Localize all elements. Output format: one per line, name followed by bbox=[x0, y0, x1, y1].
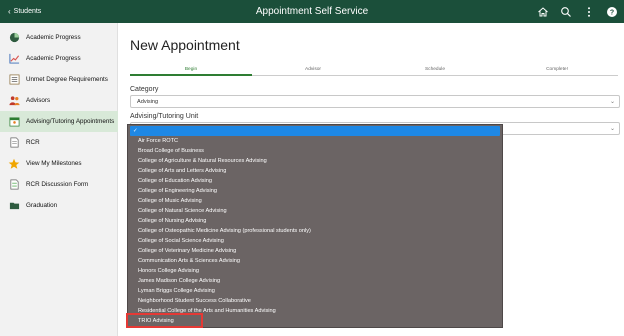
dropdown-option[interactable]: College of Agriculture & Natural Resourc… bbox=[128, 156, 502, 166]
form-icon bbox=[8, 179, 20, 191]
dropdown-option[interactable]: College of Engineering Advising bbox=[128, 186, 502, 196]
dropdown-option[interactable]: College of Nursing Advising bbox=[128, 216, 502, 226]
chevron-down-icon: ⌄ bbox=[609, 99, 615, 105]
sidebar-item-label: Unmet Degree Requirements bbox=[26, 76, 108, 83]
sidebar-item-unmet-degree-requirements[interactable]: Unmet Degree Requirements bbox=[0, 69, 118, 90]
step-schedule: Schedule bbox=[424, 67, 445, 72]
sidebar-item-academic-progress-2[interactable]: Academic Progress bbox=[0, 48, 118, 69]
sidebar-item-view-my-milestones[interactable]: View My Milestones bbox=[0, 153, 118, 174]
search-icon[interactable] bbox=[560, 6, 572, 18]
sidebar-item-label: RCR bbox=[26, 139, 40, 146]
dropdown-option[interactable]: Lyman Briggs College Advising bbox=[128, 286, 502, 296]
category-select[interactable]: Advising ⌄ bbox=[130, 95, 620, 108]
calendar-person-icon bbox=[8, 116, 20, 128]
sidebar: Academic Progress Academic Progress Unme… bbox=[0, 23, 118, 336]
dropdown-option[interactable]: College of Osteopathic Medicine Advising… bbox=[128, 226, 502, 236]
progress-fill bbox=[130, 74, 252, 76]
sidebar-item-label: RCR Discussion Form bbox=[26, 181, 89, 188]
document-icon bbox=[8, 137, 20, 149]
dropdown-option[interactable]: College of Social Science Advising bbox=[128, 236, 502, 246]
back-label: Students bbox=[13, 8, 42, 15]
chevron-left-icon: ‹ bbox=[8, 6, 11, 16]
dropdown-option[interactable]: College of Veterinary Medicine Advising bbox=[128, 246, 502, 256]
category-value: Advising bbox=[137, 98, 159, 105]
folder-icon bbox=[8, 200, 20, 212]
dropdown-option[interactable]: Neighborhood Student Success Collaborati… bbox=[128, 296, 502, 306]
sidebar-item-rcr[interactable]: RCR bbox=[0, 132, 118, 153]
pie-chart-icon bbox=[8, 32, 20, 44]
svg-text:?: ? bbox=[610, 9, 614, 16]
list-icon bbox=[8, 74, 20, 86]
dropdown-option[interactable]: Communication Arts & Sciences Advising bbox=[128, 256, 502, 266]
dropdown-option[interactable]: College of Natural Science Advising bbox=[128, 206, 502, 216]
sidebar-item-label: Advisors bbox=[26, 97, 51, 104]
sidebar-item-advisors[interactable]: Advisors bbox=[0, 90, 118, 111]
sidebar-item-label: Academic Progress bbox=[26, 34, 81, 41]
sidebar-item-label: Graduation bbox=[26, 202, 58, 209]
sidebar-item-label: Advising/Tutoring Appointments bbox=[26, 118, 115, 125]
sidebar-item-label: View My Milestones bbox=[26, 160, 82, 167]
star-icon bbox=[8, 158, 20, 170]
dropdown-option[interactable]: James Madison College Advising bbox=[128, 276, 502, 286]
sidebar-item-academic-progress[interactable]: Academic Progress bbox=[0, 27, 118, 48]
people-icon bbox=[8, 95, 20, 107]
top-bar: ‹ Students Appointment Self Service ? bbox=[0, 0, 624, 23]
step-advisor: Advisor bbox=[305, 67, 321, 72]
dropdown-option[interactable]: College of Education Advising bbox=[128, 176, 502, 186]
unit-dropdown-list[interactable]: ✓ Air Force ROTC Broad College of Busine… bbox=[127, 124, 503, 328]
step-begin: Begin bbox=[184, 67, 198, 72]
back-to-students-link[interactable]: ‹ Students bbox=[8, 0, 41, 23]
dropdown-option[interactable]: Air Force ROTC bbox=[128, 136, 502, 146]
step-complete: Complete! bbox=[546, 67, 568, 72]
dropdown-option-blank[interactable]: ✓ bbox=[130, 126, 500, 136]
dropdown-option[interactable]: Broad College of Business bbox=[128, 146, 502, 156]
sidebar-item-graduation[interactable]: Graduation bbox=[0, 195, 118, 216]
category-label: Category bbox=[130, 86, 159, 93]
sidebar-item-rcr-discussion-form[interactable]: RCR Discussion Form bbox=[0, 174, 118, 195]
more-vertical-icon[interactable] bbox=[583, 6, 595, 18]
line-chart-icon bbox=[8, 53, 20, 65]
sidebar-item-label: Academic Progress bbox=[26, 55, 81, 62]
unit-label: Advising/Tutoring Unit bbox=[130, 113, 199, 120]
page-header-title: Appointment Self Service bbox=[255, 6, 369, 17]
chevron-down-icon: ⌄ bbox=[609, 126, 615, 132]
dropdown-option[interactable]: College of Music Advising bbox=[128, 196, 502, 206]
progress-steps: Begin Advisor Schedule Complete! bbox=[130, 67, 618, 77]
dropdown-option[interactable]: College of Arts and Letters Advising bbox=[128, 166, 502, 176]
page-title: New Appointment bbox=[130, 37, 240, 53]
highlight-box bbox=[126, 313, 203, 328]
help-icon[interactable]: ? bbox=[606, 6, 618, 18]
dropdown-option[interactable]: Honors College Advising bbox=[128, 266, 502, 276]
home-icon[interactable] bbox=[537, 6, 549, 18]
sidebar-item-advising-tutoring-appointments[interactable]: Advising/Tutoring Appointments bbox=[0, 111, 118, 132]
